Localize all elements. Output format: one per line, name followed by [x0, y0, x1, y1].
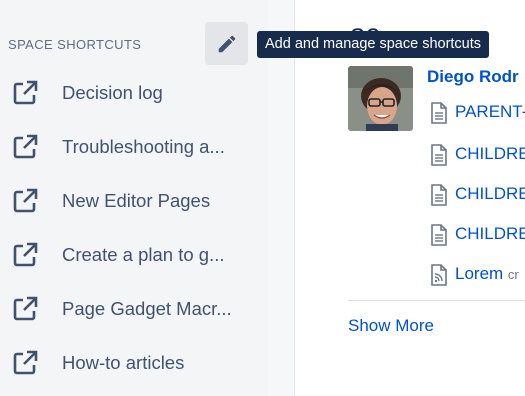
user-photo	[348, 66, 413, 131]
pencil-icon	[218, 35, 235, 52]
page-title: PARENT-	[455, 102, 525, 121]
edit-shortcuts-tooltip: Add and manage space shortcuts	[257, 31, 490, 58]
page-icon	[431, 224, 447, 246]
page-title-suffix: cr	[507, 267, 519, 282]
external-link-icon	[13, 188, 38, 213]
activity-page-link[interactable]: CHILDRE	[430, 142, 525, 168]
shortcut-item[interactable]: Create a plan to g...	[0, 234, 260, 274]
page-title: CHILDRE	[455, 224, 525, 243]
page-title: CHILDRE	[455, 184, 525, 203]
shortcut-label: Decision log	[62, 82, 163, 103]
shortcut-label: How-to articles	[62, 352, 185, 373]
shortcut-label: Troubleshooting a...	[62, 136, 225, 157]
shortcut-item[interactable]: New Editor Pages	[0, 180, 260, 220]
activity-page-link[interactable]: PARENT-	[430, 100, 525, 126]
sidebar: SPACE SHORTCUTS Decision log Troubleshoo…	[0, 0, 268, 396]
blog-icon	[431, 264, 447, 286]
page-icon	[431, 144, 447, 166]
sidebar-resize-gutter[interactable]	[268, 0, 295, 396]
edit-shortcuts-button[interactable]	[205, 22, 248, 65]
external-link-icon	[13, 80, 38, 105]
page-icon	[431, 184, 447, 206]
shortcut-item[interactable]: Troubleshooting a...	[0, 126, 260, 166]
activity-page-link[interactable]: CHILDRE	[430, 222, 525, 248]
space-shortcuts-heading: SPACE SHORTCUTS	[8, 37, 142, 52]
avatar[interactable]	[348, 66, 413, 131]
shortcut-item[interactable]: Decision log	[0, 72, 260, 112]
shortcut-item[interactable]: Page Gadget Macr...	[0, 288, 260, 328]
page-title: Lorem cr	[455, 264, 519, 283]
external-link-icon	[13, 296, 38, 321]
shortcut-item[interactable]: How-to articles	[0, 342, 260, 382]
user-name-link[interactable]: Diego Rodr	[427, 67, 519, 87]
external-link-icon	[13, 350, 38, 375]
show-more-link[interactable]: Show More	[348, 316, 434, 336]
divider	[348, 300, 525, 301]
external-link-icon	[13, 134, 38, 159]
page-title: CHILDRE	[455, 144, 525, 163]
shortcut-label: Page Gadget Macr...	[62, 298, 232, 319]
external-link-icon	[13, 242, 38, 267]
activity-page-link[interactable]: CHILDRE	[430, 182, 525, 208]
shortcut-label: New Editor Pages	[62, 190, 211, 211]
activity-blog-link[interactable]: Lorem cr	[430, 262, 525, 288]
page-icon	[431, 102, 447, 124]
shortcut-label: Create a plan to g...	[62, 244, 225, 265]
